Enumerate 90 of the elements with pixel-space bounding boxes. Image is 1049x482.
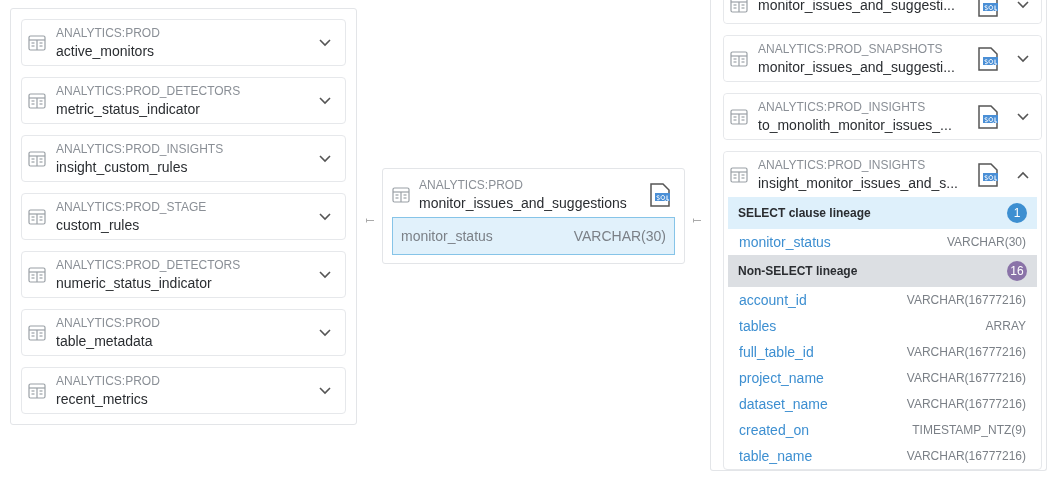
count-badge: 1 <box>1007 203 1027 223</box>
column-link[interactable]: dataset_name <box>739 396 828 412</box>
schema-name: ANALYTICS:PROD_INSIGHTS <box>758 158 927 172</box>
table-icon <box>392 185 410 204</box>
table-icon <box>730 0 748 14</box>
edge-arrow-icon <box>366 218 374 223</box>
column-type: VARCHAR(16777216) <box>906 397 1026 411</box>
table-icon <box>28 91 46 110</box>
column-type: VARCHAR(16777216) <box>906 371 1026 385</box>
column-link[interactable]: full_table_id <box>739 344 814 360</box>
chevron-icon[interactable] <box>319 386 331 395</box>
chevron-icon[interactable] <box>1017 112 1029 121</box>
table-name: insight_custom_rules <box>56 159 189 175</box>
column-name: monitor_status <box>401 228 493 244</box>
schema-name: ANALYTICS:PROD_INSIGHTS <box>56 142 225 156</box>
count-badge: 16 <box>1007 261 1027 281</box>
table-name: table_metadata <box>56 333 154 349</box>
chevron-icon[interactable] <box>319 328 331 337</box>
table-icon <box>28 381 46 400</box>
chevron-icon[interactable] <box>319 212 331 221</box>
column-link[interactable]: project_name <box>739 370 824 386</box>
table-card[interactable]: ANALYTICS:PROD_INSIGHTS insight_custom_rules <box>21 135 346 182</box>
schema-name: ANALYTICS:PROD <box>56 26 161 40</box>
column-type: VARCHAR(30) <box>946 235 1026 249</box>
sql-file-icon[interactable] <box>977 46 999 71</box>
column-type: ARRAY <box>985 319 1026 333</box>
table-node[interactable]: ANALYTICS:PROD monitor_issues_and_suggestions monitor_status VARCHAR(30) <box>382 168 685 264</box>
column-link[interactable]: account_id <box>739 292 807 308</box>
table-card[interactable]: ANALYTICS:PROD table_metadata <box>21 309 346 356</box>
section-title: Non-SELECT lineage <box>738 264 858 278</box>
column-type: VARCHAR(16777216) <box>906 449 1026 463</box>
table-icon <box>28 265 46 284</box>
chevron-icon[interactable] <box>319 270 331 279</box>
table-card[interactable]: ANALYTICS:PROD_DETECTORS numeric_status_indicator <box>21 251 346 298</box>
sql-file-icon[interactable] <box>977 0 999 17</box>
column-type: VARCHAR(30) <box>573 228 666 244</box>
table-icon <box>28 323 46 342</box>
table-icon <box>730 165 748 184</box>
table-icon <box>28 207 46 226</box>
chevron-icon[interactable] <box>319 154 331 163</box>
table-icon <box>730 49 748 68</box>
table-name: recent_metrics <box>56 391 149 407</box>
table-card[interactable]: ANALYTICS:PROD recent_metrics <box>21 367 346 414</box>
chevron-icon[interactable] <box>1017 1 1029 9</box>
table-name: to_monolith_monitor_issues_... <box>758 117 953 133</box>
schema-name: ANALYTICS:PROD_DETECTORS <box>56 258 242 272</box>
table-name: monitor_issues_and_suggestions <box>419 195 628 211</box>
column-row[interactable]: monitor_status VARCHAR(30) <box>392 217 675 255</box>
section-title: SELECT clause lineage <box>738 206 871 220</box>
table-name: custom_rules <box>56 217 141 233</box>
table-name: monitor_issues_and_suggesti... <box>758 0 956 13</box>
schema-name: ANALYTICS:PROD <box>56 316 161 330</box>
table-card[interactable]: ANALYTICS:PROD_SNAPSHOTS monitor_issues_and_suggesti... <box>723 35 1042 82</box>
table-name: metric_status_indicator <box>56 101 201 117</box>
sql-file-icon[interactable] <box>649 182 671 207</box>
schema-name: ANALYTICS:PROD_INSIGHTS <box>758 100 927 114</box>
table-card[interactable] <box>723 151 1042 470</box>
edge-arrow-icon <box>693 218 701 223</box>
table-name: insight_monitor_issues_and_s... <box>758 175 959 191</box>
column-type: VARCHAR(16777216) <box>906 293 1026 307</box>
section-header[interactable]: Non-SELECT lineage 16 <box>728 255 1037 287</box>
chevron-icon[interactable] <box>319 96 331 105</box>
table-card[interactable]: ANALYTICS:PROD_DETECTORS metric_status_indicator <box>21 77 346 124</box>
column-link[interactable]: monitor_status <box>739 234 831 250</box>
table-name: numeric_status_indicator <box>56 275 213 291</box>
sql-file-icon[interactable] <box>977 162 999 187</box>
schema-name: ANALYTICS:PROD_SNAPSHOTS <box>758 42 944 56</box>
table-icon <box>28 149 46 168</box>
column-type: TIMESTAMP_NTZ(9) <box>912 423 1026 437</box>
table-card[interactable]: monitor_issues_and_suggesti... <box>723 0 1042 24</box>
table-icon <box>730 107 748 126</box>
section-header[interactable]: SELECT clause lineage 1 <box>728 197 1037 229</box>
schema-name: ANALYTICS:PROD_STAGE <box>56 200 208 214</box>
table-name: monitor_issues_and_suggesti... <box>758 59 956 75</box>
table-card[interactable]: ANALYTICS:PROD_INSIGHTS to_monolith_monitor_issues_... <box>723 93 1042 140</box>
column-link[interactable]: table_name <box>739 448 813 464</box>
table-card[interactable]: ANALYTICS:PROD_STAGE custom_rules <box>21 193 346 240</box>
chevron-icon[interactable] <box>319 38 331 47</box>
column-link[interactable]: created_on <box>739 422 810 438</box>
schema-name: ANALYTICS:PROD <box>56 374 161 388</box>
table-card[interactable]: ANALYTICS:PROD active_monitors <box>21 19 346 66</box>
schema-name: ANALYTICS:PROD <box>419 178 524 192</box>
schema-name: ANALYTICS:PROD_DETECTORS <box>56 84 242 98</box>
column-link[interactable]: tables <box>739 318 777 334</box>
table-name: active_monitors <box>56 43 156 59</box>
chevron-icon[interactable] <box>1017 170 1029 179</box>
column-type: VARCHAR(16777216) <box>906 345 1026 359</box>
table-icon <box>28 33 46 52</box>
sql-file-icon[interactable] <box>977 104 999 129</box>
chevron-icon[interactable] <box>1017 54 1029 63</box>
